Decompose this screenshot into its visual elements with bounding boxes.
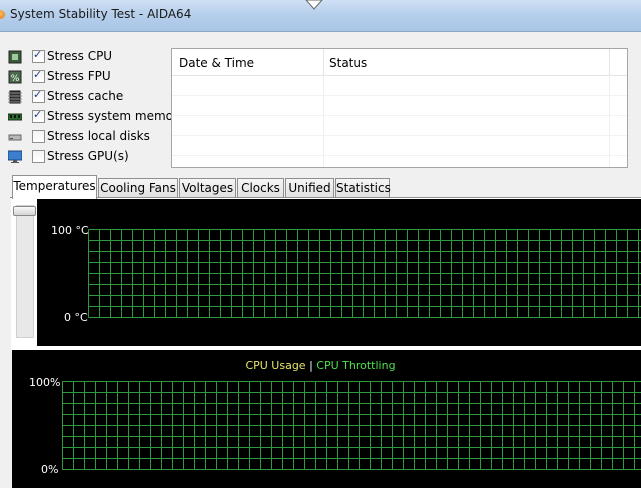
- aida64-app-icon: [0, 10, 5, 19]
- legend-cpu-usage: CPU Usage: [245, 359, 306, 372]
- checkmark-icon: ✓: [33, 88, 43, 101]
- table-header: Date & Time Status: [172, 49, 627, 76]
- tab-cooling-fans[interactable]: Cooling Fans: [98, 178, 178, 198]
- memory-module-icon: [8, 113, 22, 121]
- stress-gpu-option[interactable]: Stress GPU(s): [6, 148, 176, 166]
- stress-cpu-checkbox[interactable]: ✓: [32, 48, 45, 63]
- row-gridline: [172, 155, 627, 156]
- svg-text:%: %: [11, 74, 20, 84]
- stress-memory-label: Stress system memory: [47, 109, 186, 123]
- hard-disk-icon: [8, 134, 22, 141]
- cpu-chip-icon: [8, 50, 22, 64]
- stress-cpu-label: Stress CPU: [47, 49, 113, 63]
- column-gridline: [323, 75, 324, 167]
- stress-memory-option[interactable]: ✓ Stress system memory: [6, 108, 185, 126]
- stress-disks-checkbox[interactable]: [32, 130, 45, 143]
- tab-temperatures[interactable]: Temperatures: [12, 175, 97, 199]
- fpu-chip-icon: %: [8, 70, 22, 84]
- column-gridline: [609, 75, 610, 167]
- cpu-usage-min-label: 0%: [41, 463, 59, 476]
- stress-disks-label: Stress local disks: [47, 129, 150, 143]
- temperature-graph: 100 °C 0 °C: [37, 199, 641, 346]
- row-gridline: [172, 135, 627, 136]
- tab-voltages[interactable]: Voltages: [179, 178, 236, 198]
- stress-gpu-label: Stress GPU(s): [47, 149, 129, 163]
- legend-cpu-throttling: CPU Throttling: [316, 359, 396, 372]
- stress-gpu-checkbox[interactable]: [32, 150, 45, 163]
- temperature-min-label: 0 °C: [64, 311, 88, 324]
- window-title: System Stability Test - AIDA64: [10, 7, 192, 21]
- stress-memory-checkbox[interactable]: ✓: [32, 108, 45, 123]
- stress-cache-label: Stress cache: [47, 89, 124, 103]
- checkmark-icon: ✓: [33, 108, 43, 121]
- temperature-max-label: 100 °C: [51, 224, 89, 237]
- stress-disks-option[interactable]: Stress local disks: [6, 128, 176, 146]
- row-gridline: [172, 115, 627, 116]
- status-log-table[interactable]: Date & Time Status: [171, 48, 628, 168]
- title-bar[interactable]: System Stability Test - AIDA64: [0, 0, 641, 32]
- temperature-graph-grid: [88, 229, 641, 318]
- cpu-usage-max-label: 100%: [29, 376, 61, 389]
- tab-unified[interactable]: Unified: [285, 178, 334, 198]
- stress-cpu-option[interactable]: ✓ Stress CPU: [6, 48, 176, 66]
- graph-scale-slider-track[interactable]: [16, 205, 34, 338]
- stress-fpu-option[interactable]: % ✓ Stress FPU: [6, 68, 176, 86]
- column-divider: [609, 49, 610, 75]
- stress-fpu-label: Stress FPU: [47, 69, 111, 83]
- row-gridline: [172, 95, 627, 96]
- stress-cache-option[interactable]: ✓ Stress cache: [6, 88, 176, 106]
- tab-statistics[interactable]: Statistics: [335, 178, 391, 198]
- cache-chip-icon: [8, 90, 22, 104]
- column-divider: [323, 49, 324, 75]
- checkmark-icon: ✓: [33, 48, 43, 61]
- stress-cache-checkbox[interactable]: ✓: [32, 88, 45, 103]
- checkmark-icon: ✓: [33, 68, 43, 81]
- column-header-date-time[interactable]: Date & Time: [179, 56, 254, 70]
- legend-separator: |: [309, 359, 313, 372]
- pointer-arrow-icon: [305, 0, 323, 10]
- monitor-gpu-icon: [8, 150, 22, 163]
- stress-fpu-checkbox[interactable]: ✓: [32, 68, 45, 83]
- column-header-status[interactable]: Status: [329, 56, 367, 70]
- tab-clocks[interactable]: Clocks: [237, 178, 284, 198]
- graph-scale-slider-thumb[interactable]: [13, 206, 36, 216]
- cpu-graph-legend: CPU Usage | CPU Throttling: [0, 359, 641, 375]
